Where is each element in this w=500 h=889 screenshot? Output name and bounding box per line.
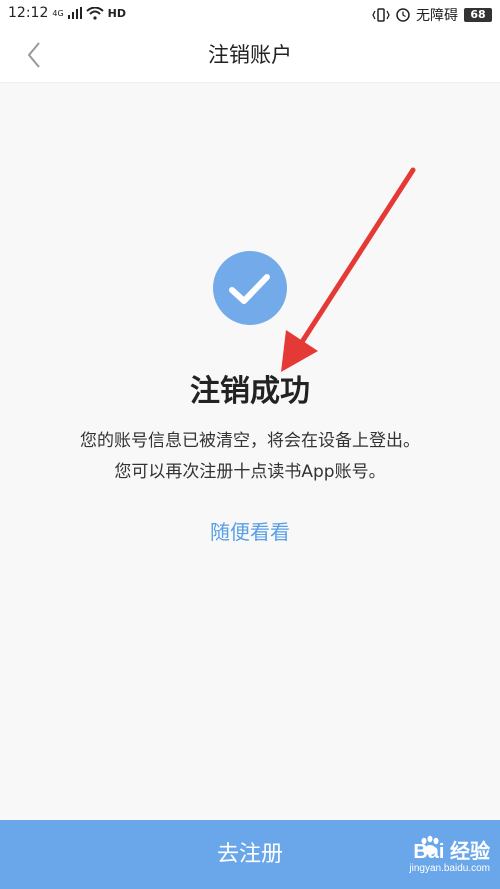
wifi-icon	[85, 6, 104, 20]
watermark-url: jingyan.baidu.com	[409, 863, 490, 874]
browse-link[interactable]: 随便看看	[0, 516, 500, 545]
hd-badge: HD	[107, 6, 126, 20]
accessibility-label: 无障碍	[416, 8, 458, 24]
network-type: 4G	[52, 8, 64, 18]
battery-icon: 68	[464, 8, 492, 22]
status-right: 无障碍 68	[372, 5, 492, 25]
success-title: 注销成功	[190, 374, 310, 409]
watermark: Bai 经验 jingyan.baidu.com	[360, 835, 490, 879]
watermark-brand: Bai 经验	[413, 841, 490, 863]
description-line-1: 您的账号信息已被清空，将会在设备上登出。	[80, 431, 420, 451]
nav-bar: 注销账户	[0, 28, 500, 83]
check-circle-icon	[213, 251, 287, 325]
alarm-icon	[396, 8, 410, 22]
status-time: 12:12	[8, 5, 49, 21]
chevron-left-icon	[27, 42, 40, 68]
back-button[interactable]	[20, 40, 50, 70]
page-title: 注销账户	[208, 43, 292, 67]
status-left: 12:12 4G HD	[8, 5, 126, 21]
signal-icon	[67, 7, 82, 19]
vibrate-icon	[372, 8, 390, 22]
status-bar: 12:12 4G HD 无障碍 68	[0, 0, 500, 28]
description-line-2: 您可以再次注册十点读书App账号。	[114, 462, 386, 482]
